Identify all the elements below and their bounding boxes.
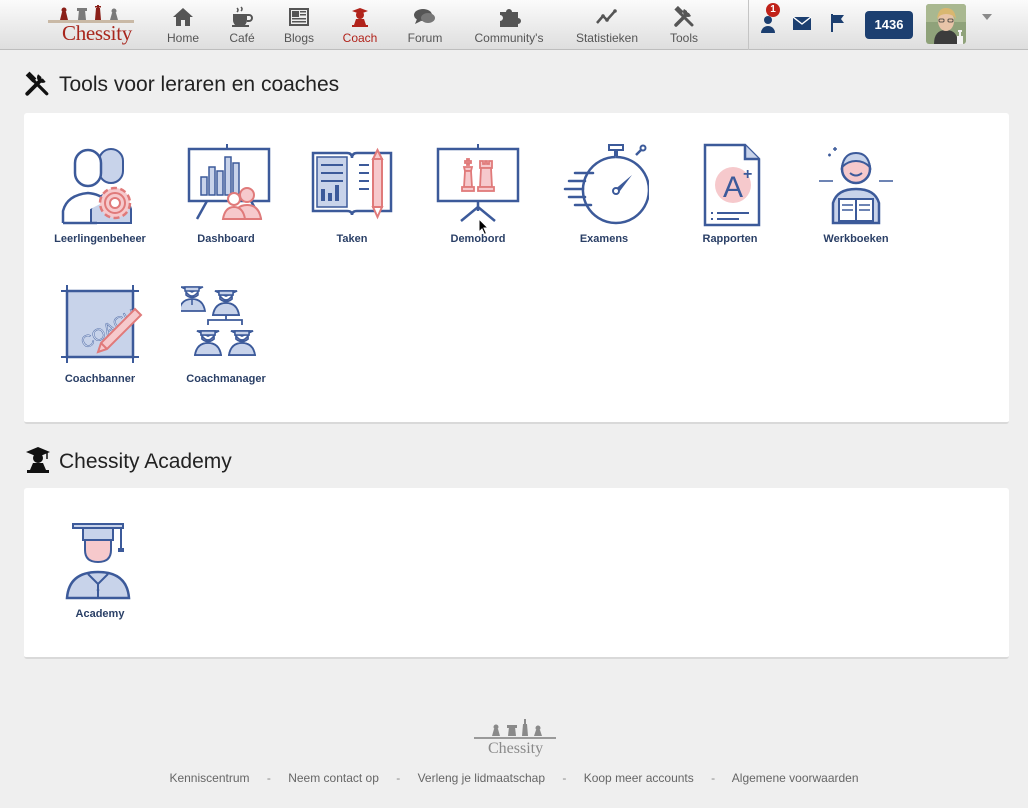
footer-separator: - [711, 771, 716, 785]
nav-communitys[interactable]: Community's [470, 0, 548, 50]
tool-label: Leerlingenbeheer [54, 233, 146, 245]
nav-label: Café [229, 31, 255, 45]
tool-label: Academy [75, 608, 125, 620]
nav-label: Home [166, 31, 199, 45]
rating-badge[interactable]: 1436 [865, 11, 913, 39]
nav-tools[interactable]: Tools [664, 0, 704, 50]
dashboard-presentation-icon [187, 144, 271, 220]
nav-blogs[interactable]: Blogs [279, 0, 319, 50]
nav-forum[interactable]: Forum [404, 0, 446, 50]
svg-text:+: + [743, 166, 752, 183]
tool-leerlingenbeheer[interactable]: Leerlingenbeheer [37, 143, 163, 245]
section-title-tools: Tools voor leraren en coaches [59, 73, 340, 96]
coach-banner-icon: COACH [61, 285, 143, 363]
footer-separator: - [396, 771, 401, 785]
tool-dashboard[interactable]: Dashboard [163, 143, 289, 245]
tool-label: Coachbanner [64, 373, 136, 385]
nav-home[interactable]: Home [163, 0, 203, 50]
nav-label: Community's [474, 31, 544, 45]
academy-tile[interactable]: Academy [37, 518, 163, 620]
academy-panel: Academy [24, 488, 1009, 659]
notification-badge: 1 [766, 3, 780, 17]
footer-logo-text: Chessity [488, 740, 543, 757]
wrench-hammer-icon [25, 71, 49, 96]
footer-link-voorwaarden[interactable]: Algemene voorwaarden [732, 771, 859, 785]
footer-link-contact[interactable]: Neem contact op [288, 771, 379, 785]
tool-rapporten[interactable]: A + Rapporten [667, 143, 793, 245]
nav-label: Statistieken [575, 31, 639, 45]
nav-label: Coach [342, 31, 378, 45]
graduate-pawn-icon [26, 447, 50, 473]
nav-label: Forum [407, 31, 443, 45]
mail-icon[interactable] [793, 17, 811, 30]
tool-werkboeken[interactable]: Werkboeken [793, 143, 919, 245]
home-icon [173, 8, 193, 26]
tool-label: Werkboeken [823, 233, 889, 245]
speech-bubbles-icon [414, 9, 435, 24]
tools-panel: Leerlingenbeheer Dashboard Taken Demobor… [24, 113, 1009, 424]
chessity-logo[interactable]: Chessity [44, 5, 136, 45]
tool-label: Coachmanager [186, 373, 266, 385]
footer-separator: - [266, 771, 271, 785]
friends-user-icon[interactable] [760, 14, 776, 34]
coffee-cup-icon [232, 6, 253, 27]
footer-links: Kenniscentrum - Neem contact op - Verlen… [0, 771, 1028, 785]
footer-link-verleng[interactable]: Verleng je lidmaatschap [418, 771, 545, 785]
user-avatar[interactable] [926, 4, 966, 44]
footer-separator: - [562, 771, 567, 785]
nav-statistieken[interactable]: Statistieken [572, 0, 642, 50]
top-navigation-bar: Chessity Home Café Blogs Coach Forum Com… [0, 0, 1028, 50]
tool-coachbanner[interactable]: COACH Coachbanner [37, 283, 163, 385]
footer-chessity-logo[interactable]: Chessity [470, 716, 560, 758]
footer-link-koop-accounts[interactable]: Koop meer accounts [584, 771, 694, 785]
stopwatch-icon [563, 144, 649, 225]
puzzle-icon [500, 9, 521, 27]
nav-coach[interactable]: Coach [340, 0, 380, 50]
tool-label: Rapporten [702, 233, 758, 245]
wrench-hammer-icon [674, 6, 694, 27]
section-title-academy: Chessity Academy [59, 450, 232, 473]
flag-icon[interactable] [831, 14, 845, 32]
graduates-hierarchy-icon [181, 286, 257, 356]
nav-label: Blogs [283, 31, 315, 45]
account-dropdown-caret-icon[interactable] [982, 14, 992, 20]
svg-text:A: A [723, 171, 743, 204]
demo-board-icon [436, 144, 520, 222]
toolbar-divider [748, 0, 749, 50]
tool-label: Examens [579, 233, 629, 245]
report-grade-icon: A + [703, 143, 761, 227]
graduate-student-icon [65, 523, 131, 600]
tool-examens[interactable]: Examens [541, 143, 667, 245]
mouse-pointer-icon [478, 218, 490, 236]
footer-link-kenniscentrum[interactable]: Kenniscentrum [169, 771, 249, 785]
students-gear-icon [61, 148, 132, 225]
logo-wordmark: Chessity [62, 21, 132, 45]
nav-cafe[interactable]: Café [222, 0, 262, 50]
newspaper-icon [289, 8, 309, 26]
coach-pawn-icon [352, 8, 368, 27]
tool-label: Dashboard [197, 233, 255, 245]
book-pencil-icon [311, 147, 393, 220]
tool-label: Taken [336, 233, 368, 245]
tool-coachmanager[interactable]: Coachmanager [163, 283, 289, 385]
avatar-photo-icon [926, 4, 966, 44]
line-chart-icon [596, 9, 617, 24]
nav-label: Tools [669, 31, 698, 45]
reading-student-icon [819, 147, 893, 225]
tool-taken[interactable]: Taken [289, 143, 415, 245]
